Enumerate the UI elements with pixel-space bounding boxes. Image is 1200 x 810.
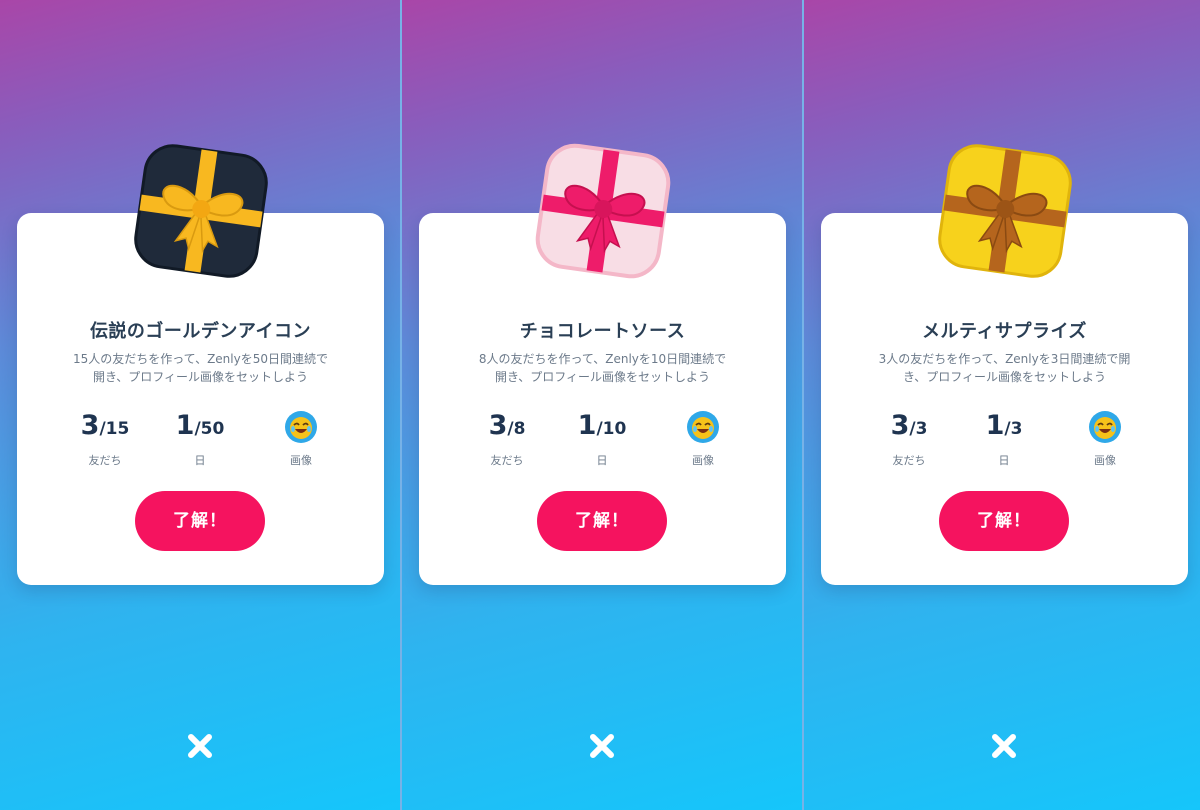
- close-icon: [188, 734, 212, 758]
- description-line-2: き、プロフィール画像をセットしよう: [903, 370, 1106, 384]
- days-label: 日: [596, 454, 608, 467]
- days-current: 1: [577, 410, 597, 441]
- friends-current: 3: [890, 410, 910, 441]
- days-label: 日: [194, 454, 206, 467]
- ok-button[interactable]: 了解！: [537, 491, 667, 551]
- reward-screen-golden-icon: 伝説のゴールデンアイコン 15人の友だちを作って、Zenlyを50日間連続で 開…: [0, 0, 400, 810]
- description-line-2: 開き、プロフィール画像をセットしよう: [93, 370, 308, 384]
- image-label: 画像: [1094, 454, 1116, 467]
- ok-button[interactable]: 了解！: [135, 491, 265, 551]
- reward-screen-melty-surprise: メルティサプライズ 3人の友だちを作って、Zenlyを3日間連続で開 き、プロフ…: [804, 0, 1200, 810]
- days-progress: 1/50 日: [155, 409, 245, 468]
- gift-box-icon: [934, 140, 1076, 282]
- gift-box-icon: [130, 140, 272, 282]
- image-label: 画像: [692, 454, 714, 467]
- days-total: /3: [1004, 419, 1023, 439]
- days-current: 1: [175, 410, 195, 441]
- image-progress: 画像: [1060, 409, 1150, 468]
- description-line-1: 15人の友だちを作って、Zenlyを50日間連続で: [73, 352, 328, 366]
- reward-description: 15人の友だちを作って、Zenlyを50日間連続で 開き、プロフィール画像をセッ…: [39, 350, 362, 386]
- friends-progress: 3/3 友だち: [864, 409, 954, 468]
- friends-current: 3: [488, 410, 508, 441]
- ok-button[interactable]: 了解！: [939, 491, 1069, 551]
- days-total: /10: [596, 419, 627, 439]
- days-current: 1: [985, 410, 1005, 441]
- reward-description: 8人の友だちを作って、Zenlyを10日間連続で 開き、プロフィール画像をセット…: [441, 350, 764, 386]
- close-button[interactable]: [987, 729, 1021, 763]
- close-button[interactable]: [183, 729, 217, 763]
- image-progress: 画像: [658, 409, 748, 468]
- friends-total: /8: [507, 419, 526, 439]
- laughing-emoji-icon: [687, 410, 719, 443]
- reward-description: 3人の友だちを作って、Zenlyを3日間連続で開 き、プロフィール画像をセットし…: [843, 350, 1166, 386]
- gift-box-icon: [532, 140, 674, 282]
- friends-progress: 3/8 友だち: [462, 409, 552, 468]
- friends-total: /3: [909, 419, 928, 439]
- description-line-1: 3人の友だちを作って、Zenlyを3日間連続で開: [878, 352, 1131, 366]
- description-line-1: 8人の友だちを作って、Zenlyを10日間連続で: [478, 352, 727, 366]
- description-line-2: 開き、プロフィール画像をセットしよう: [495, 370, 710, 384]
- close-icon: [992, 734, 1016, 758]
- friends-progress: 3/15 友だち: [60, 409, 150, 468]
- days-label: 日: [998, 454, 1010, 467]
- close-button[interactable]: [585, 729, 619, 763]
- image-label: 画像: [290, 454, 312, 467]
- screens-container: 伝説のゴールデンアイコン 15人の友だちを作って、Zenlyを50日間連続で 開…: [0, 0, 1200, 810]
- friends-total: /15: [99, 419, 130, 439]
- days-total: /50: [194, 419, 225, 439]
- friends-label: 友だち: [88, 454, 122, 467]
- close-icon: [590, 734, 614, 758]
- reward-title: チョコレートソース: [519, 321, 686, 342]
- laughing-emoji-icon: [285, 410, 317, 443]
- reward-title: 伝説のゴールデンアイコン: [89, 321, 312, 342]
- reward-screen-chocolate-sauce: チョコレートソース 8人の友だちを作って、Zenlyを10日間連続で 開き、プロ…: [402, 0, 802, 810]
- friends-current: 3: [80, 410, 100, 441]
- days-progress: 1/3 日: [959, 409, 1049, 468]
- days-progress: 1/10 日: [557, 409, 647, 468]
- reward-title: メルティサプライズ: [922, 321, 1087, 342]
- laughing-emoji-icon: [1089, 410, 1121, 443]
- image-progress: 画像: [256, 409, 346, 468]
- friends-label: 友だち: [490, 454, 524, 467]
- friends-label: 友だち: [892, 454, 926, 467]
